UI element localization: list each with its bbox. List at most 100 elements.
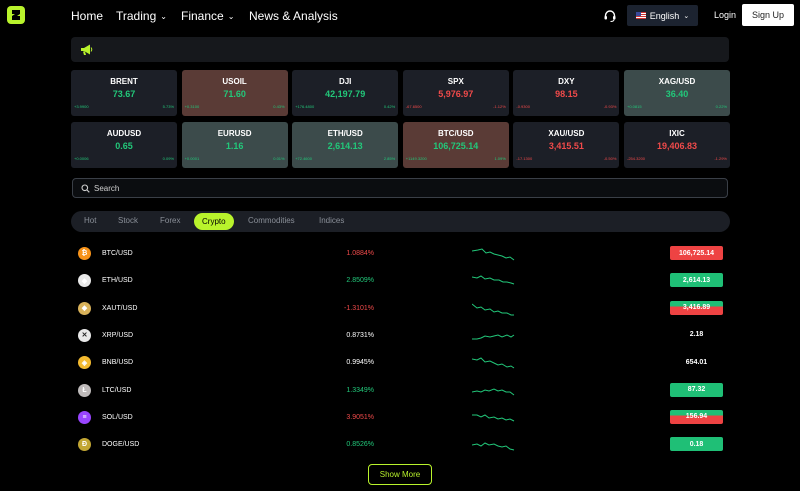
- megaphone-icon: [81, 44, 93, 55]
- nav-news-analysis[interactable]: News & Analysis: [249, 9, 338, 23]
- ticker-symbol: XAG/USD: [658, 77, 696, 86]
- change-percent: 3.9051%: [346, 413, 374, 421]
- sparkline-chart: [472, 414, 515, 422]
- nav-home[interactable]: Home: [71, 9, 103, 23]
- language-select[interactable]: English ⌄: [627, 5, 698, 26]
- price-badge: 106,725.14: [670, 246, 723, 260]
- show-more-button[interactable]: Show More: [368, 464, 432, 485]
- change-percent: 0.9945%: [346, 359, 374, 367]
- ticker-card[interactable]: IXIC 19,406.83 -254.3200 -1.29%: [624, 122, 730, 168]
- list-item[interactable]: Ð DOGE/USD 0.8526% 0.18: [72, 434, 728, 456]
- ticker-percent: 0.09%: [162, 156, 174, 161]
- litecoin-icon: Ł: [78, 383, 91, 397]
- logo-icon[interactable]: [7, 6, 25, 24]
- nav-finance[interactable]: Finance ⌄: [181, 9, 234, 23]
- ticker-symbol: BTC/USD: [438, 129, 474, 138]
- headset-icon[interactable]: [603, 9, 617, 23]
- pair-name: LTC/USD: [102, 386, 132, 394]
- list-item[interactable]: ◆ ETH/USD 2.8509% 2,614.13: [72, 270, 728, 292]
- ticker-card[interactable]: XAG/USD 36.40 +0.0815 0.22%: [624, 70, 730, 116]
- change-percent: 1.0884%: [346, 250, 374, 257]
- nav-news-label: News & Analysis: [249, 9, 338, 23]
- ticker-price: 2,614.13: [327, 141, 363, 151]
- nav-trading[interactable]: Trading ⌄: [116, 9, 167, 23]
- ticker-price: 36.40: [665, 89, 689, 99]
- sparkline-chart: [472, 248, 515, 261]
- search-input[interactable]: [94, 183, 694, 193]
- tab-commodities[interactable]: Commodities: [248, 216, 295, 225]
- list-item[interactable]: ₿ BTC/USD 1.0884% 106,725.14: [72, 243, 728, 265]
- ticker-symbol: SPX: [447, 77, 464, 86]
- list-item[interactable]: ◈ BNB/USD 0.9945% 654.01: [72, 352, 728, 374]
- ticker-price: 71.60: [223, 89, 246, 99]
- ticker-card[interactable]: BRENT 73.67 +3.9900 5.73%: [71, 70, 177, 116]
- tab-stock[interactable]: Stock: [118, 216, 138, 225]
- ticker-card[interactable]: DXY 98.15 -0.9300 -0.93%: [513, 70, 620, 116]
- tab-crypto[interactable]: Crypto: [194, 213, 234, 230]
- ticker-card[interactable]: AUDUSD 0.65 +0.0006 0.09%: [71, 122, 177, 168]
- ticker-card[interactable]: BTC/USD 106,725.14 +1149.3200 1.09%: [402, 122, 509, 168]
- chevron-down-icon: ⌄: [683, 12, 690, 20]
- nav-finance-label: Finance: [181, 9, 224, 23]
- search-box[interactable]: [72, 178, 728, 198]
- ticker-card[interactable]: XAU/USD 3,415.51 -17.1300 -0.50%: [513, 122, 620, 168]
- price-badge: 654.01: [685, 358, 708, 366]
- ticker-card[interactable]: DJI 42,197.79 +176.4800 0.42%: [292, 70, 399, 116]
- pair-name: DOGE/USD: [102, 441, 140, 449]
- ticker-price: 98.15: [555, 89, 578, 99]
- pair-name: XAUT/USD: [102, 304, 138, 312]
- ticker-symbol: USOIL: [222, 77, 247, 86]
- pair-name: BNB/USD: [102, 359, 134, 367]
- ticker-percent: 5.73%: [162, 104, 174, 109]
- ticker-card[interactable]: ETH/USD 2,614.13 +72.4600 2.85%: [292, 122, 399, 168]
- ticker-change: +3.9900: [74, 104, 89, 109]
- ticker-card[interactable]: SPX 5,976.97 -67.6500 -1.12%: [402, 70, 509, 116]
- ticker-change: +1149.3200: [405, 156, 427, 161]
- price-badge: 156.94: [670, 409, 723, 424]
- ticker-card[interactable]: USOIL 71.60 +0.3100 0.43%: [181, 70, 288, 116]
- list-item[interactable]: ◆ XAUT/USD -1.3101% 3,416.89: [72, 298, 728, 320]
- market-tabs: Hot Stock Forex Crypto Commodities Indic…: [71, 211, 730, 232]
- signup-button[interactable]: Sign Up: [742, 4, 794, 26]
- sparkline-chart: [472, 442, 515, 451]
- login-button[interactable]: Login: [714, 10, 736, 20]
- ticker-symbol: XAU/USD: [548, 129, 585, 138]
- pair-name: ETH/USD: [102, 277, 133, 285]
- list-item[interactable]: Ł LTC/USD 1.3349% 87.32: [72, 380, 728, 402]
- nav-trading-label: Trading: [116, 9, 157, 23]
- ticker-card[interactable]: EURUSD 1.16 +0.0001 0.01%: [181, 122, 288, 168]
- ticker-percent: 1.09%: [494, 156, 506, 161]
- price-badge: 0.18: [670, 437, 723, 452]
- ticker-change: -0.9300: [516, 104, 530, 109]
- list-item[interactable]: ✕ XRP/USD 0.8731% 2.18: [72, 325, 728, 347]
- ticker-change: +0.3100: [184, 104, 200, 109]
- chevron-down-icon: ⌄: [160, 11, 167, 21]
- language-label: English: [649, 10, 680, 21]
- tab-indices[interactable]: Indices: [319, 216, 344, 225]
- solana-icon: ≡: [78, 410, 91, 424]
- ethereum-icon: ◆: [78, 274, 91, 288]
- ticker-percent: 0.22%: [715, 104, 727, 109]
- price-badge: 2.18: [689, 331, 704, 339]
- ticker-price: 1.16: [225, 141, 244, 151]
- ticker-price: 73.67: [112, 89, 136, 99]
- change-percent: -1.3101%: [344, 304, 374, 312]
- search-icon: [81, 183, 90, 193]
- top-header: Home Trading ⌄ Finance ⌄ News & Analysis E…: [0, 0, 800, 32]
- ticker-symbol: DXY: [558, 77, 575, 86]
- ticker-symbol: DJI: [338, 77, 352, 86]
- pair-name: SOL/USD: [102, 413, 133, 421]
- nav-home-label: Home: [71, 9, 104, 23]
- sparkline-chart: [472, 303, 514, 316]
- price-badge: 2,614.13: [670, 273, 723, 288]
- ticker-change: +0.0001: [184, 156, 200, 161]
- ticker-percent: -0.93%: [603, 104, 617, 109]
- tab-hot[interactable]: Hot: [84, 216, 96, 225]
- tab-forex[interactable]: Forex: [160, 216, 180, 225]
- ticker-price: 3,415.51: [548, 141, 584, 151]
- ticker-grid: BRENT 73.67 +3.9900 5.73% USOIL 71.60 +0.3100 0…: [71, 70, 730, 168]
- dogecoin-icon: Ð: [78, 438, 91, 452]
- list-item[interactable]: ≡ SOL/USD 3.9051% 156.94: [72, 407, 728, 429]
- change-percent: 0.8731%: [346, 331, 374, 339]
- price-badge: 3,416.89: [670, 300, 723, 315]
